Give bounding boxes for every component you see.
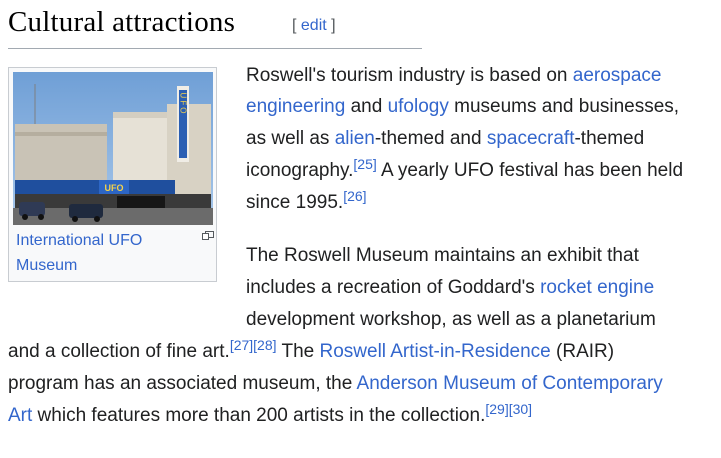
ref-28[interactable]: [28] [253, 337, 276, 353]
text: The Roswell Museum maintains an exhibit … [246, 245, 639, 266]
text: includes a recreation of Goddard's [246, 277, 541, 298]
text: museums and businesses, [448, 96, 680, 117]
link-ufology[interactable]: ufology [388, 96, 449, 117]
ufo-sign-text: UFO [179, 93, 188, 116]
p2-line-3: development workshop, as well as a plane… [246, 304, 656, 336]
p1-line-3: as well as alien-themed and spacecraft-t… [246, 123, 644, 155]
text: -themed and [374, 128, 487, 149]
link-alien[interactable]: alien [335, 128, 375, 149]
edit-bracket-close: ] [326, 17, 336, 34]
section-title: Cultural attractions [8, 6, 236, 38]
ref-25[interactable]: [25] [353, 156, 376, 172]
link-rocket-engine[interactable]: rocket engine [540, 277, 654, 298]
text: Roswell's tourism industry is based on [246, 65, 573, 86]
text: iconography. [246, 160, 354, 181]
text: program has an associated museum, the [8, 373, 357, 394]
link-roswell-artist-in-residence[interactable]: Roswell Artist-in-Residence [320, 341, 551, 362]
marquee-text: UFO [105, 183, 124, 193]
edit-bracket-open: [ [292, 17, 301, 34]
text: and [345, 96, 388, 117]
p1-line-1: Roswell's tourism industry is based on a… [246, 60, 662, 92]
text: as well as [246, 128, 335, 149]
text: The [276, 341, 320, 362]
text: development workshop, as well as a plane… [246, 309, 656, 330]
p1-line-2: engineering and ufology museums and busi… [246, 91, 679, 123]
p2-line-1: The Roswell Museum maintains an exhibit … [246, 240, 639, 272]
p2-line-2: includes a recreation of Goddard's rocke… [246, 272, 654, 304]
text: -themed [574, 128, 645, 149]
edit-section: [ edit ] [292, 17, 336, 35]
link-engineering[interactable]: engineering [246, 96, 345, 117]
p2-line-4: and a collection of fine art.[27][28] Th… [8, 336, 614, 368]
link-anderson-museum-art[interactable]: Art [8, 405, 32, 426]
text: A yearly UFO festival has been held [376, 160, 684, 181]
text: since 1995. [246, 192, 344, 213]
link-aerospace[interactable]: aerospace [573, 65, 662, 86]
figure-caption-link[interactable]: International UFO Museum [16, 228, 186, 278]
ref-26[interactable]: [26] [343, 188, 366, 204]
text: (RAIR) [550, 341, 615, 362]
section-heading: Cultural attractions [ edit ] [8, 0, 422, 49]
link-anderson-museum[interactable]: Anderson Museum of Contemporary [357, 373, 663, 394]
p1-line-4: iconography.[25] A yearly UFO festival h… [246, 155, 683, 187]
museum-photo[interactable]: UFO UFO [13, 72, 213, 225]
ref-29[interactable]: [29] [485, 401, 508, 417]
text: which features more than 200 artists in … [32, 405, 486, 426]
p1-line-5: since 1995.[26] [246, 187, 367, 219]
edit-link[interactable]: edit [301, 17, 327, 34]
ref-30[interactable]: [30] [509, 401, 532, 417]
text: and a collection of fine art. [8, 341, 230, 362]
p2-line-5: program has an associated museum, the An… [8, 368, 663, 400]
ref-27[interactable]: [27] [230, 337, 253, 353]
p2-line-6: Art which features more than 200 artists… [8, 400, 532, 432]
link-spacecraft[interactable]: spacecraft [487, 128, 575, 149]
figure-thumbnail: UFO UFO International UFO Museum [8, 67, 217, 282]
